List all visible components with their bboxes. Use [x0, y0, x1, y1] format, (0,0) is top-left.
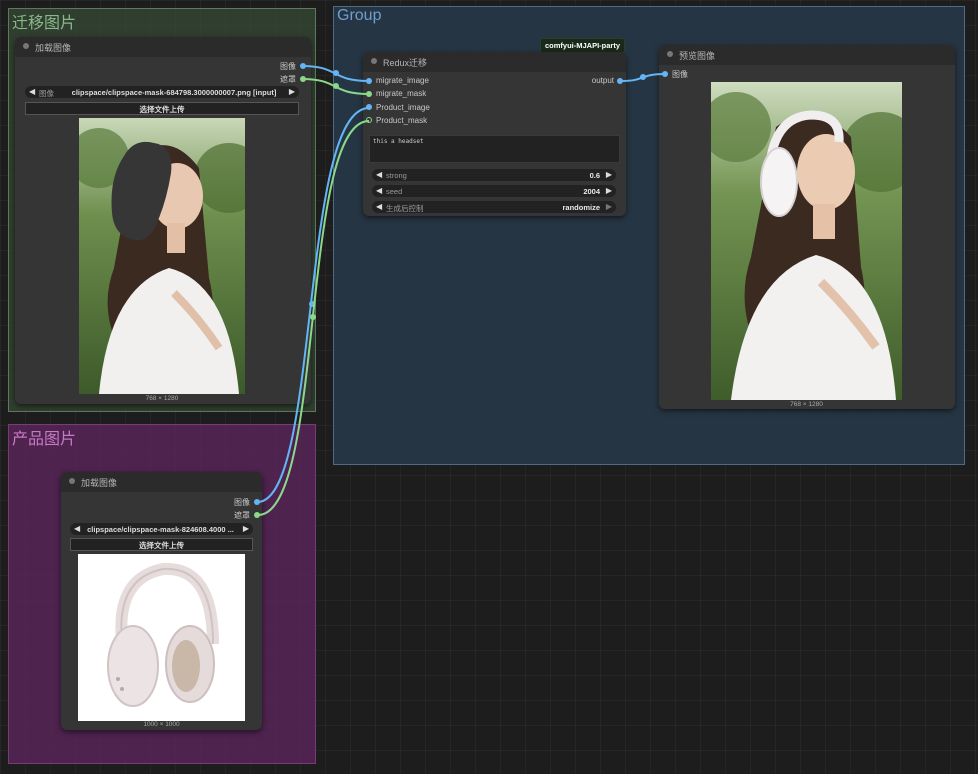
- load-image-node-1[interactable]: 加载图像 图像 遮罩 ◀ 图像 clipspace/clipspace-mask…: [15, 37, 311, 404]
- redux-migrate-node[interactable]: Redux迁移 migrate_image migrate_mask Produ…: [363, 52, 626, 216]
- output-mask-port[interactable]: [254, 512, 260, 518]
- output-mask-port[interactable]: [300, 76, 306, 82]
- prompt-textarea[interactable]: this a headset: [369, 135, 620, 163]
- collapse-dot-icon[interactable]: [69, 478, 75, 484]
- node-title: 预览图像: [679, 51, 716, 61]
- image-file-select[interactable]: ◀ clipspace/clipspace-mask-824608.4000 .…: [70, 523, 253, 535]
- input-product-mask-label: Product_mask: [376, 116, 428, 125]
- node-title: Redux迁移: [383, 58, 428, 68]
- node-title: 加载图像: [81, 478, 118, 488]
- preview-image-node[interactable]: 预览图像 图像 768 × 1280: [659, 45, 955, 409]
- node-source-badge: comfyui-MJAPI-party: [540, 38, 626, 53]
- group-title-main: Group: [337, 7, 382, 24]
- output-image-port[interactable]: [300, 63, 306, 69]
- collapse-dot-icon[interactable]: [667, 51, 673, 57]
- image-filename: clipspace/clipspace-mask-824608.4000 ...: [87, 524, 234, 534]
- prev-arrow-icon[interactable]: ◀: [74, 524, 80, 533]
- strong-value: 0.6: [589, 170, 600, 180]
- input-migrate-mask-port[interactable]: [366, 91, 372, 97]
- control-value: randomize: [562, 202, 600, 212]
- increment-arrow-icon[interactable]: ▶: [606, 170, 612, 179]
- input-migrate-image-label: migrate_image: [376, 76, 429, 85]
- upload-button[interactable]: 选择文件上传: [25, 102, 299, 115]
- loaded-image-woman-masked: [79, 118, 245, 394]
- collapse-dot-icon[interactable]: [371, 58, 377, 64]
- output-image-label: 图像: [234, 498, 250, 507]
- output-mask-label: 遮罩: [280, 75, 296, 84]
- image-dimensions: 768 × 1280: [790, 401, 823, 408]
- load-image-node-2[interactable]: 加载图像 图像 遮罩 ◀ clipspace/clipspace-mask-82…: [61, 472, 262, 730]
- next-arrow-icon[interactable]: ▶: [289, 87, 295, 96]
- strong-label: strong: [386, 170, 407, 180]
- prev-arrow-icon[interactable]: ◀: [29, 87, 35, 96]
- image-widget-label: 图像: [39, 88, 54, 98]
- input-migrate-image-port[interactable]: [366, 78, 372, 84]
- seed-value: 2004: [583, 186, 600, 196]
- group-title-product: 产品图片: [12, 431, 77, 448]
- node-header[interactable]: 预览图像: [659, 45, 955, 65]
- collapse-dot-icon[interactable]: [23, 43, 29, 49]
- prev-arrow-icon[interactable]: ◀: [376, 202, 382, 211]
- increment-arrow-icon[interactable]: ▶: [606, 186, 612, 195]
- input-product-image-port[interactable]: [366, 104, 372, 110]
- upload-button[interactable]: 选择文件上传: [70, 538, 253, 551]
- image-dimensions: 768 × 1280: [145, 395, 179, 402]
- image-filename: clipspace/clipspace-mask-684798.30000000…: [71, 87, 277, 97]
- node-header[interactable]: Redux迁移: [363, 52, 626, 72]
- input-migrate-mask-label: migrate_mask: [376, 89, 427, 98]
- preview-image-woman-headphones: [711, 82, 902, 400]
- seed-label: seed: [386, 186, 403, 196]
- group-title-migrate: 迁移图片: [12, 15, 77, 32]
- output-image-label: 图像: [280, 62, 296, 71]
- decrement-arrow-icon[interactable]: ◀: [376, 170, 382, 179]
- output-image-port[interactable]: [254, 499, 260, 505]
- next-arrow-icon[interactable]: ▶: [243, 524, 249, 533]
- image-dimensions: 1000 × 1000: [143, 721, 180, 728]
- node-header[interactable]: 加载图像: [15, 37, 311, 57]
- node-header[interactable]: 加载图像: [61, 472, 262, 492]
- image-file-select[interactable]: ◀ 图像 clipspace/clipspace-mask-684798.300…: [25, 86, 299, 98]
- output-mask-label: 遮罩: [234, 511, 250, 520]
- loaded-image-headphones: [78, 554, 245, 721]
- decrement-arrow-icon[interactable]: ◀: [376, 186, 382, 195]
- input-product-image-label: Product_image: [376, 103, 430, 112]
- next-arrow-icon[interactable]: ▶: [606, 202, 612, 211]
- input-image-label: 图像: [672, 70, 688, 79]
- input-product-mask-port[interactable]: [366, 117, 372, 123]
- node-title: 加载图像: [35, 43, 72, 53]
- control-after-generate-widget[interactable]: ◀ 生成后控制 randomize ▶: [372, 201, 616, 213]
- input-image-port[interactable]: [662, 71, 668, 77]
- output-label: output: [591, 76, 614, 85]
- control-label: 生成后控制: [386, 203, 424, 213]
- output-port[interactable]: [617, 78, 623, 84]
- strong-widget[interactable]: ◀ strong 0.6 ▶: [372, 169, 616, 181]
- seed-widget[interactable]: ◀ seed 2004 ▶: [372, 185, 616, 197]
